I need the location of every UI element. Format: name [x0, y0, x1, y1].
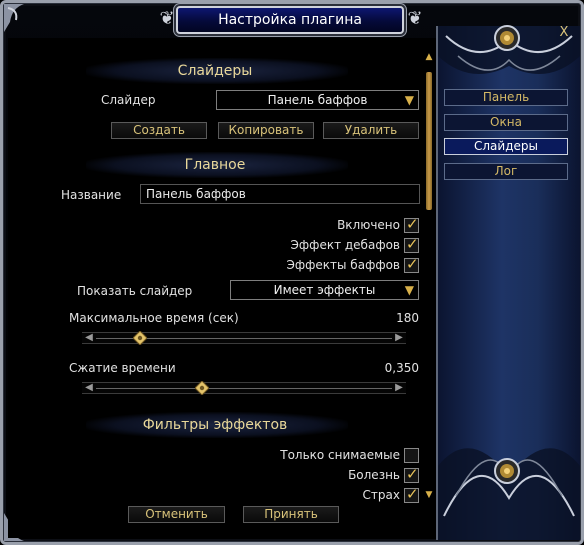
slider-left-arrow-icon[interactable]: ◀: [83, 332, 95, 344]
slider-line: [96, 388, 392, 389]
name-field[interactable]: Панель баффов: [140, 184, 420, 204]
window-title[interactable]: Настройка плагина: [176, 6, 404, 34]
nav-item-sliders[interactable]: Слайдеры: [444, 138, 568, 155]
create-button[interactable]: Создать: [111, 122, 207, 139]
slider-label: Слайдер: [101, 93, 156, 107]
section-title-main: Главное: [184, 157, 246, 173]
show-slider-label: Показать слайдер: [77, 284, 193, 298]
buff-effects-checkbox[interactable]: ✓: [404, 255, 419, 273]
close-icon[interactable]: X: [555, 24, 573, 42]
max-time-label: Максимальное время (сек): [69, 311, 239, 325]
max-time-value: 180: [396, 311, 419, 325]
slider-dropdown-value: Панель баффов: [267, 93, 368, 107]
show-slider-value: Имеет эффекты: [273, 283, 376, 297]
slider-left-arrow-icon[interactable]: ◀: [83, 382, 95, 394]
nav-item-windows[interactable]: Окна: [444, 114, 568, 131]
disease-label: Болезнь: [348, 468, 400, 482]
name-label: Название: [61, 188, 122, 202]
slider-right-arrow-icon[interactable]: ▶: [393, 382, 405, 394]
removable-only-checkbox[interactable]: [404, 448, 419, 463]
scroll-up-icon[interactable]: ▲: [424, 52, 434, 62]
slider-thumb-icon[interactable]: [132, 331, 147, 345]
slider-right-arrow-icon[interactable]: ▶: [393, 332, 405, 344]
slider-dropdown[interactable]: Панель баффов ▼: [216, 90, 419, 110]
check-icon: ✓: [406, 255, 419, 273]
section-title-sliders: Слайдеры: [177, 63, 253, 79]
nav-item-log[interactable]: Лог: [444, 163, 568, 180]
debuff-effect-label: Эффект дебафов: [290, 238, 400, 252]
delete-button[interactable]: Удалить: [323, 122, 419, 139]
cancel-button[interactable]: Отменить: [128, 506, 225, 523]
enabled-checkbox[interactable]: ✓: [404, 215, 419, 233]
show-slider-dropdown[interactable]: Имеет эффекты ▼: [230, 280, 419, 300]
emblem-bottom-icon: [494, 458, 520, 484]
scroll-down-icon[interactable]: ▼: [424, 490, 434, 500]
dropdown-arrow-icon: ▼: [404, 93, 414, 107]
check-icon: ✓: [406, 465, 419, 483]
check-icon: ✓: [406, 485, 419, 503]
copy-button[interactable]: Копировать: [218, 122, 314, 139]
buff-effects-label: Эффекты баффов: [286, 258, 401, 272]
time-compress-slider[interactable]: ◀ ▶: [82, 381, 406, 395]
slider-thumb-icon[interactable]: [194, 381, 209, 395]
title-curl-right-icon: ❦: [407, 8, 423, 29]
disease-checkbox[interactable]: ✓: [404, 465, 419, 483]
debuff-effect-checkbox[interactable]: ✓: [404, 235, 419, 253]
enabled-label: Включено: [337, 218, 400, 232]
fear-label: Страх: [362, 488, 400, 502]
removable-only-label: Только снимаемые: [280, 448, 400, 462]
fear-checkbox[interactable]: ✓: [404, 485, 419, 503]
section-title-filters: Фильтры эффектов: [142, 417, 288, 433]
check-icon: ✓: [406, 235, 419, 253]
title-curl-left-icon: ❦: [159, 8, 175, 29]
max-time-slider[interactable]: ◀ ▶: [82, 331, 406, 345]
dropdown-arrow-icon: ▼: [404, 283, 414, 297]
scrollbar-thumb[interactable]: [426, 72, 432, 210]
check-icon: ✓: [406, 215, 419, 233]
time-compress-value: 0,350: [384, 361, 419, 375]
corner-ornament-top-left: [4, 4, 24, 32]
time-compress-label: Сжатие времени: [69, 361, 176, 375]
apply-button[interactable]: Принять: [243, 506, 339, 523]
nav-item-panel[interactable]: Панель: [444, 89, 568, 106]
emblem-top-icon: [494, 25, 520, 51]
